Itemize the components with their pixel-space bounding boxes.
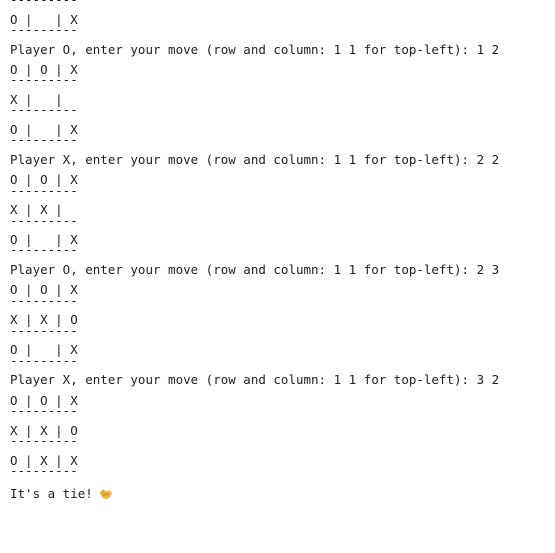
board-separator: --------- xyxy=(10,245,78,256)
board-separator: --------- xyxy=(10,436,78,446)
terminal-output: ---------O | | X---------Player O, enter… xyxy=(10,0,550,504)
board-separator: --------- xyxy=(10,135,78,145)
move-prompt: Player X, enter your move (row and colum… xyxy=(10,151,500,167)
board-separator: --------- xyxy=(10,105,78,115)
board-separator: --------- xyxy=(10,24,78,35)
board-separator: --------- xyxy=(10,355,78,366)
board-separator: --------- xyxy=(10,75,78,85)
move-prompt: Player O, enter your move (row and colum… xyxy=(10,262,500,278)
board-separator: --------- xyxy=(10,295,78,306)
move-prompt: Player O, enter your move (row and colum… xyxy=(10,41,500,57)
board-separator: --------- xyxy=(10,0,550,5)
board-separator: --------- xyxy=(10,325,78,336)
output-lines: ---------O | | X---------Player O, enter… xyxy=(10,0,550,481)
board-separator: --------- xyxy=(10,406,78,416)
board-separator: --------- xyxy=(10,215,78,226)
result-line: It's a tie! xyxy=(10,484,550,504)
handshake-icon xyxy=(99,486,113,499)
move-prompt: Player X, enter your move (row and colum… xyxy=(10,372,500,388)
board-separator: --------- xyxy=(10,465,78,476)
board-separator: --------- xyxy=(10,185,78,196)
result-message: It's a tie! xyxy=(10,485,93,501)
